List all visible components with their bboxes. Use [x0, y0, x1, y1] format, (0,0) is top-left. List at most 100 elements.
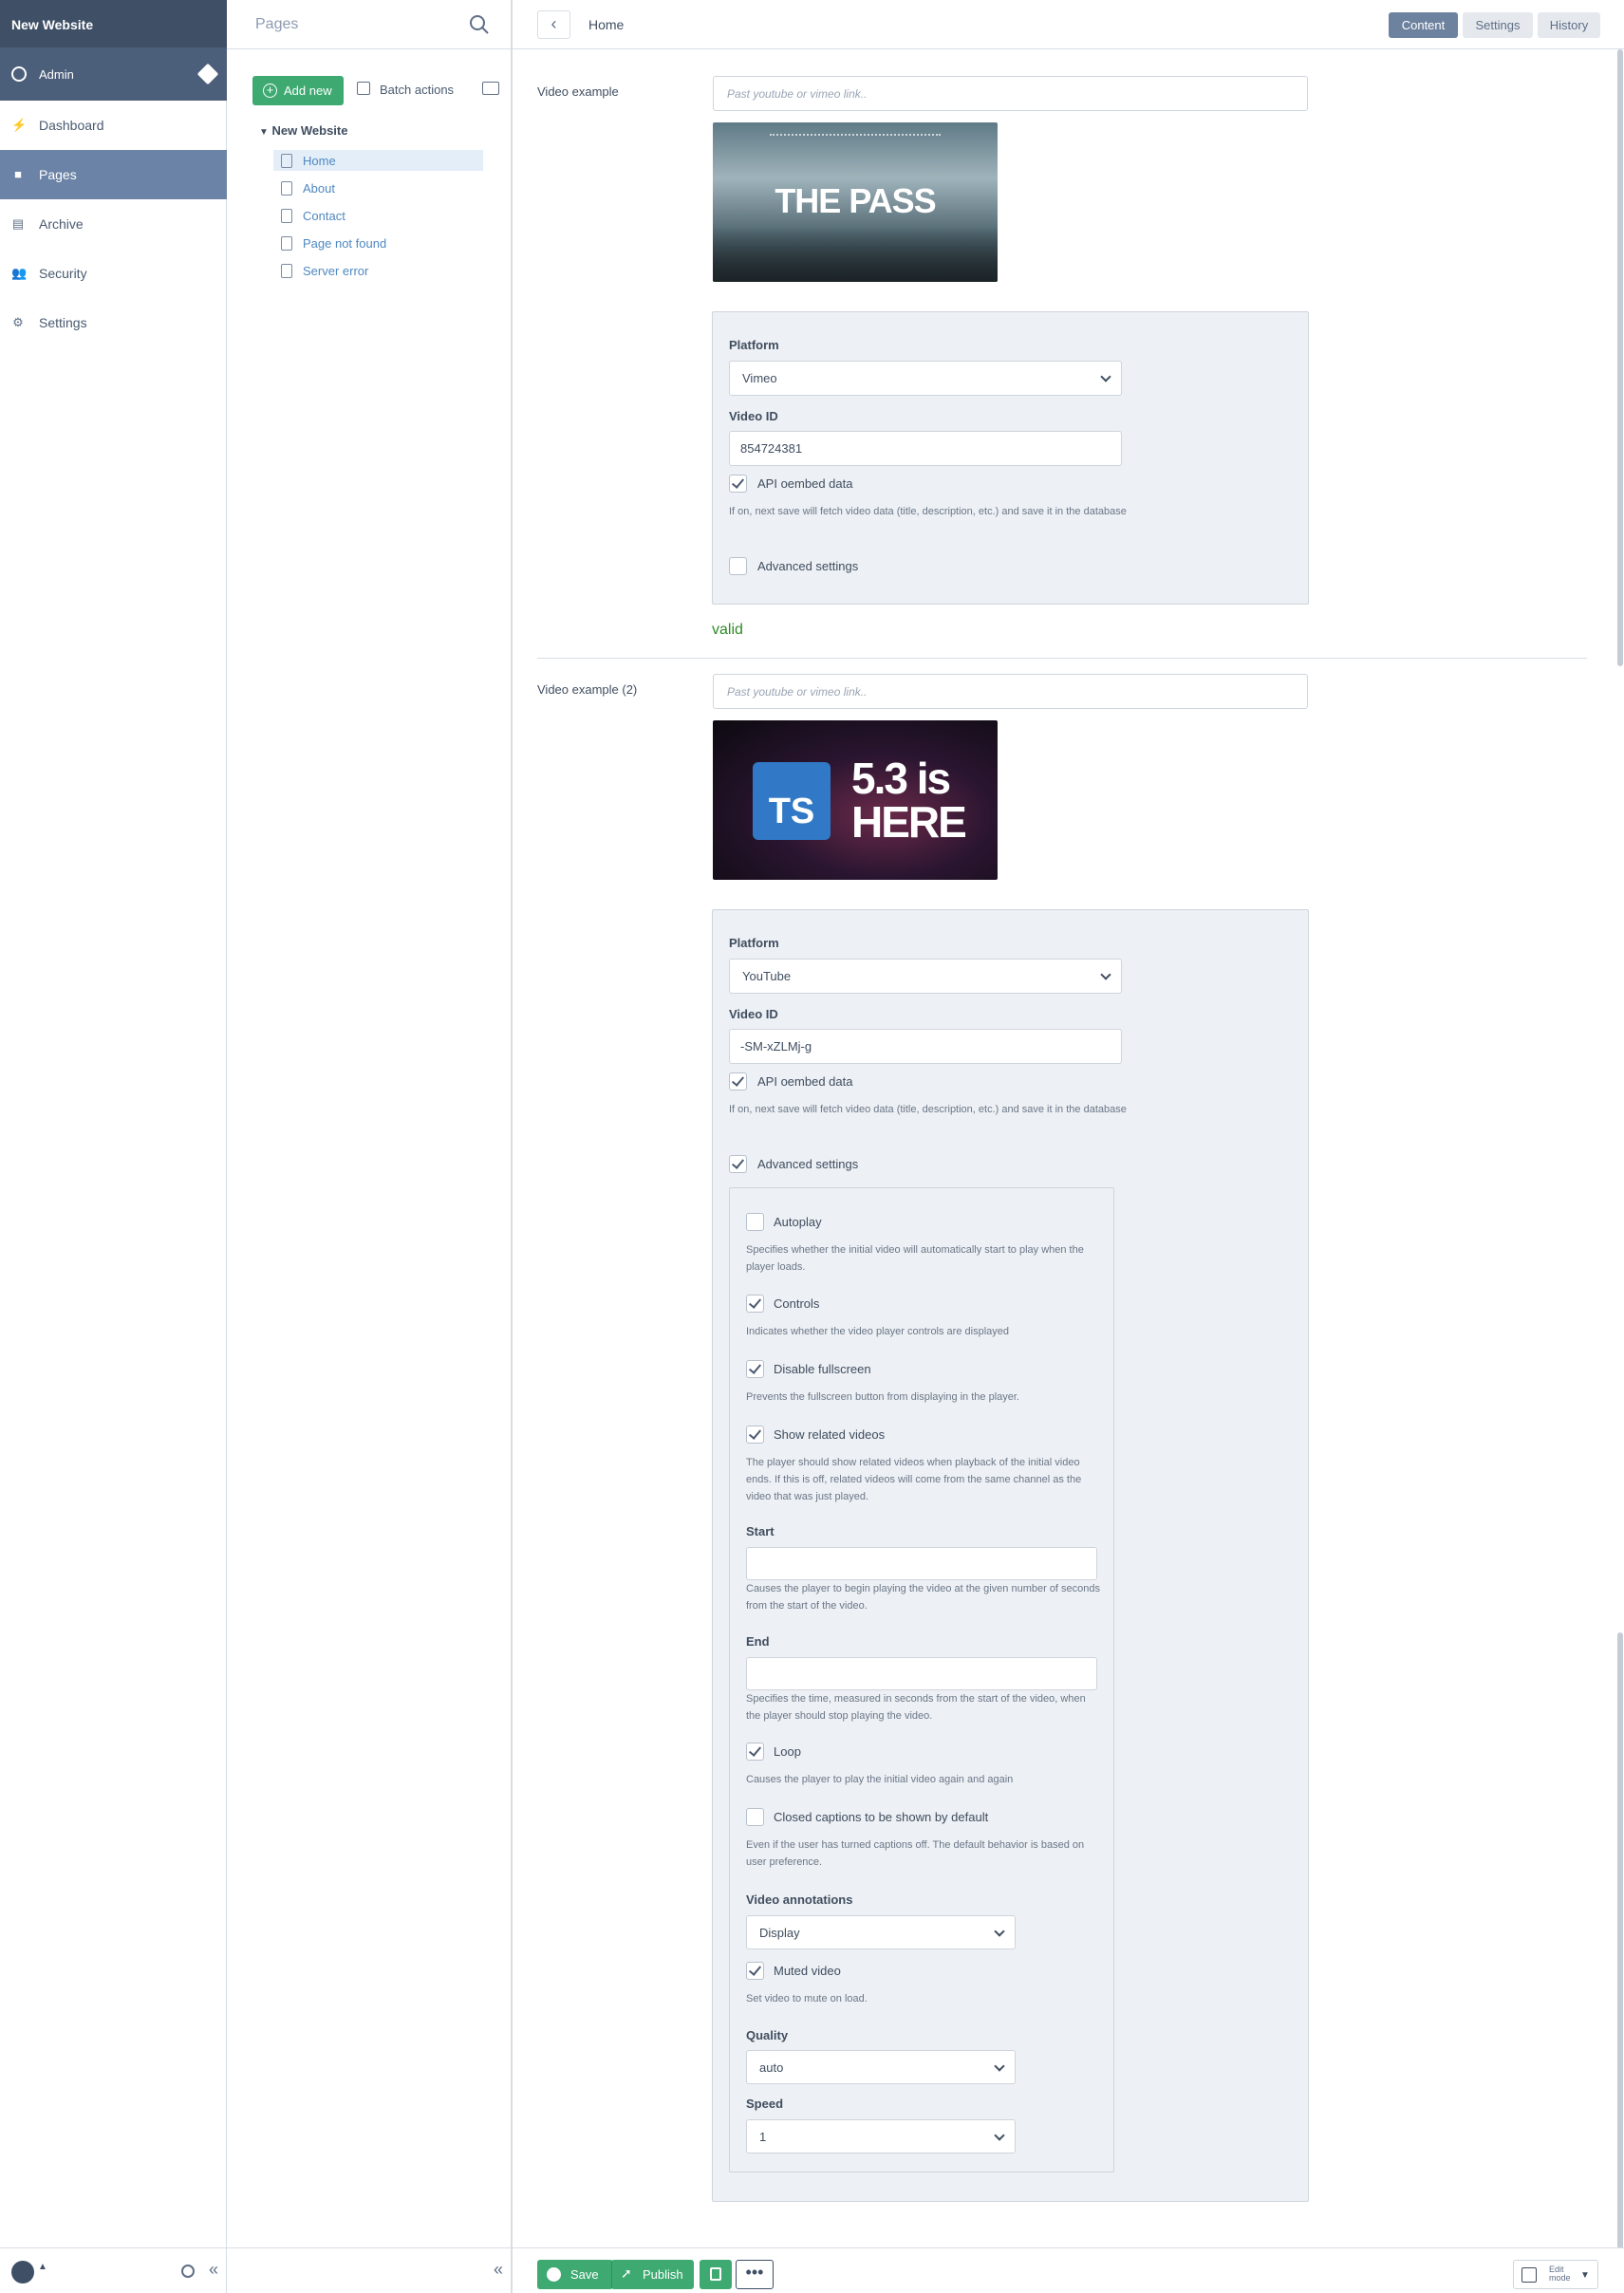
- controls-label: Controls: [774, 1296, 820, 1311]
- checkbox-icon: [357, 82, 370, 95]
- tree-node-label: Page not found: [303, 236, 387, 251]
- disable-fullscreen-checkbox[interactable]: [746, 1360, 764, 1378]
- video-url-input[interactable]: Past youtube or vimeo link..: [713, 674, 1308, 709]
- platform-select[interactable]: YouTube: [729, 959, 1122, 994]
- video-id-input[interactable]: -SM-xZLMj-g: [729, 1029, 1122, 1064]
- related-videos-label: Show related videos: [774, 1427, 886, 1442]
- autoplay-checkbox[interactable]: [746, 1213, 764, 1231]
- mountain-shape: [713, 227, 998, 282]
- api-oembed-hint: If on, next save will fetch video data (…: [729, 506, 1127, 517]
- page-icon: [281, 181, 292, 196]
- controls-checkbox[interactable]: [746, 1295, 764, 1313]
- platform-value: YouTube: [742, 969, 792, 983]
- tree-node-page-not-found[interactable]: Page not found: [273, 233, 483, 253]
- direction-sign-icon[interactable]: [196, 63, 219, 85]
- start-hint: Causes the player to begin playing the v…: [746, 1583, 1101, 1612]
- page-tree-panel: Pages + Add new Batch actions ▼ New Webs…: [227, 0, 513, 2293]
- disable-fullscreen-hint: Prevents the fullscreen button from disp…: [746, 1391, 1019, 1403]
- tree-root[interactable]: ▼ New Website: [259, 123, 347, 138]
- related-videos-hint: The player should show related videos wh…: [746, 1457, 1082, 1502]
- back-button[interactable]: ‹: [537, 10, 570, 39]
- field-label: Video example (2): [537, 682, 638, 697]
- quality-select[interactable]: auto: [746, 2050, 1016, 2084]
- field-divider: [537, 658, 1587, 659]
- video-thumbnail[interactable]: THE PASS: [713, 122, 998, 282]
- api-oembed-label: API oembed data: [757, 476, 853, 491]
- batch-actions-button[interactable]: Batch actions: [357, 76, 501, 105]
- video-url-input[interactable]: Past youtube or vimeo link..: [713, 76, 1308, 111]
- check-circle-icon: [547, 2267, 561, 2282]
- batch-actions-label: Batch actions: [380, 83, 455, 97]
- breadcrumb: Home: [588, 17, 625, 32]
- advanced-settings-checkbox[interactable]: [729, 557, 747, 575]
- end-input[interactable]: [746, 1657, 1097, 1690]
- start-input[interactable]: [746, 1547, 1097, 1580]
- autoplay-label: Autoplay: [774, 1215, 822, 1229]
- sidebar-item-label: Dashboard: [39, 118, 104, 133]
- add-new-label: Add new: [284, 84, 332, 98]
- user-menu[interactable]: Admin: [0, 47, 227, 101]
- add-new-button[interactable]: + Add new: [252, 76, 344, 105]
- tab-content[interactable]: Content: [1389, 12, 1458, 38]
- annotations-select[interactable]: Display: [746, 1915, 1016, 1949]
- pencil-icon: [1521, 2267, 1537, 2283]
- more-options-button[interactable]: •••: [736, 2260, 774, 2289]
- closed-captions-hint: Even if the user has turned captions off…: [746, 1839, 1085, 1868]
- muted-video-label: Muted video: [774, 1964, 841, 1978]
- preview-button[interactable]: [700, 2260, 732, 2289]
- caret-up-icon[interactable]: ▲: [38, 2262, 47, 2272]
- scrollbar-thumb[interactable]: [1617, 1632, 1623, 2249]
- api-oembed-checkbox[interactable]: [729, 1072, 747, 1091]
- tree-node-about[interactable]: About: [273, 177, 483, 198]
- logo-icon[interactable]: [11, 2261, 34, 2284]
- advanced-settings-checkbox[interactable]: [729, 1155, 747, 1173]
- scrollbar[interactable]: [1617, 49, 1623, 666]
- list-icon[interactable]: [482, 82, 499, 95]
- tree-node-server-error[interactable]: Server error: [273, 260, 483, 281]
- page-icon: [281, 209, 292, 223]
- sidebar-item-dashboard[interactable]: ⚡ Dashboard: [0, 101, 227, 150]
- video-id-label: Video ID: [729, 409, 778, 423]
- site-name[interactable]: New Website: [0, 0, 227, 47]
- edit-mode-button[interactable]: Edit mode ▼: [1513, 2260, 1598, 2289]
- sidebar-item-archive[interactable]: ▤ Archive: [0, 199, 227, 249]
- tree-node-home[interactable]: Home: [273, 150, 483, 171]
- muted-video-checkbox[interactable]: [746, 1962, 764, 1980]
- tree-node-contact[interactable]: Contact: [273, 205, 483, 226]
- sidebar-item-label: Settings: [39, 315, 87, 330]
- api-oembed-checkbox[interactable]: [729, 475, 747, 493]
- caret-down-icon[interactable]: ▼: [259, 127, 269, 138]
- closed-captions-label: Closed captions to be shown by default: [774, 1810, 989, 1824]
- collapse-sidebar-icon[interactable]: «: [209, 2260, 218, 2280]
- page-icon: [281, 264, 292, 278]
- publish-button[interactable]: ➚ Publish: [611, 2260, 694, 2289]
- speed-select[interactable]: 1: [746, 2119, 1016, 2153]
- chevron-down-icon: [994, 2130, 1005, 2141]
- loop-hint: Causes the player to play the initial vi…: [746, 1774, 1014, 1785]
- annotations-value: Display: [759, 1926, 800, 1940]
- closed-captions-checkbox[interactable]: [746, 1808, 764, 1826]
- tree-node-label: About: [303, 181, 335, 196]
- search-icon[interactable]: [469, 14, 490, 35]
- sidebar-item-label: Security: [39, 266, 87, 281]
- tab-history[interactable]: History: [1538, 12, 1600, 38]
- video-id-input[interactable]: 854724381: [729, 431, 1122, 466]
- save-button[interactable]: Save: [537, 2260, 613, 2289]
- typescript-logo: TS: [753, 762, 831, 840]
- validation-status: valid: [712, 622, 743, 638]
- disable-fullscreen-label: Disable fullscreen: [774, 1362, 871, 1376]
- platform-select[interactable]: Vimeo: [729, 361, 1122, 396]
- preview-icon[interactable]: [181, 2265, 195, 2278]
- loop-label: Loop: [774, 1744, 801, 1759]
- video-thumbnail[interactable]: TS 5.3 is HERE: [713, 720, 998, 880]
- related-videos-checkbox[interactable]: [746, 1426, 764, 1444]
- sidebar-item-security[interactable]: 👥 Security: [0, 249, 227, 298]
- building-icon: [710, 2267, 721, 2281]
- user-name: Admin: [39, 67, 74, 82]
- sidebar-item-settings[interactable]: ⚙ Settings: [0, 298, 227, 347]
- tab-settings[interactable]: Settings: [1463, 12, 1533, 38]
- tree-title: Pages: [255, 16, 299, 32]
- sidebar-item-pages[interactable]: ■ Pages: [0, 150, 227, 199]
- collapse-tree-icon[interactable]: «: [494, 2260, 503, 2280]
- loop-checkbox[interactable]: [746, 1743, 764, 1761]
